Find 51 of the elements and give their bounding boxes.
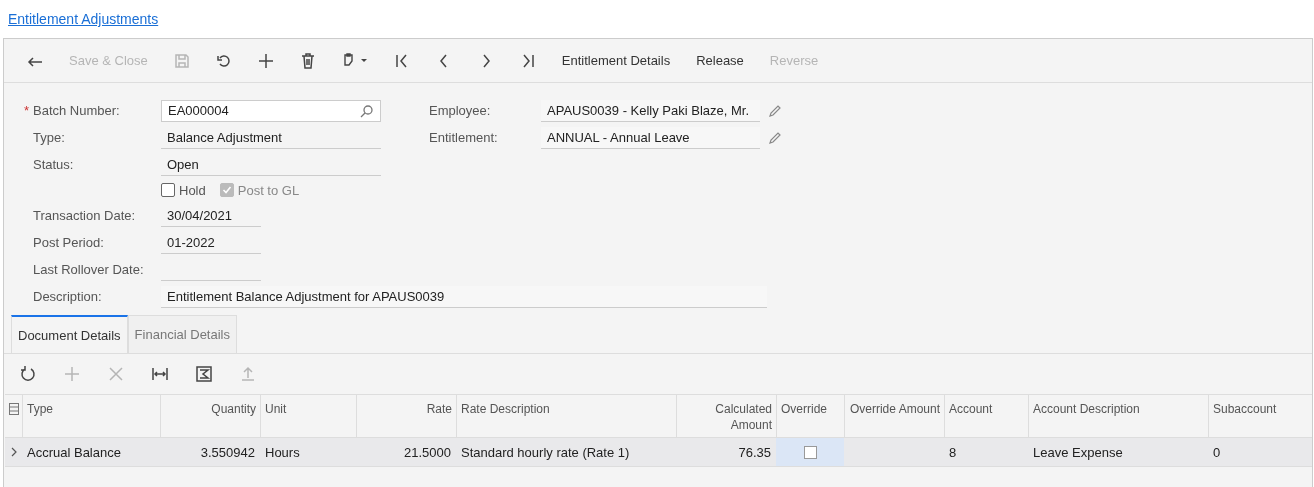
table-row[interactable]: Accrual Balance 3.550942 Hours 21.5000 Standard hourly rate (Rate 1) 76.35 8 Leave Expense 0 bbox=[5, 438, 1312, 467]
column-header[interactable]: Account bbox=[944, 395, 1028, 437]
column-header[interactable]: Quantity bbox=[160, 395, 260, 437]
column-header[interactable]: Override Amount bbox=[844, 395, 944, 437]
column-header[interactable]: Rate bbox=[356, 395, 456, 437]
field-label: Status: bbox=[32, 157, 75, 172]
checkbox-label: Hold bbox=[179, 182, 206, 198]
page-title-link[interactable]: Entitlement Adjustments bbox=[8, 11, 159, 27]
column-header[interactable]: Rate Description bbox=[456, 395, 676, 437]
table-cell-text: Leave Expense bbox=[1032, 443, 1124, 462]
table-cell-text: 3.550942 bbox=[199, 443, 256, 462]
input-field[interactable]: 30/04/2021 bbox=[161, 204, 261, 227]
column-header[interactable]: Override bbox=[776, 395, 844, 437]
column-header[interactable]: Type bbox=[22, 395, 160, 437]
pencil-icon[interactable] bbox=[768, 103, 782, 118]
field-label: Type: bbox=[32, 130, 66, 145]
expand-caret-icon[interactable] bbox=[10, 447, 17, 457]
field-label: Post Period: bbox=[32, 235, 105, 250]
table-cell-text: 0 bbox=[1212, 443, 1222, 462]
checkbox[interactable] bbox=[803, 445, 817, 459]
table-cell-text: 21.5000 bbox=[403, 443, 452, 462]
toolbar-button[interactable]: Release bbox=[683, 49, 757, 72]
table-cell-text: Accrual Balance bbox=[26, 443, 122, 462]
table-cell-text: Standard hourly rate (Rate 1) bbox=[460, 443, 631, 462]
search-icon[interactable] bbox=[360, 103, 374, 118]
input-field[interactable]: 01-2022 bbox=[161, 231, 261, 254]
column-header[interactable]: Calculated Amount bbox=[676, 395, 776, 437]
field-label: Employee: bbox=[428, 103, 492, 118]
toolbar-button[interactable]: Entitlement Details bbox=[548, 49, 684, 72]
batch-number-field[interactable]: EA000004 bbox=[161, 99, 381, 122]
override-cell[interactable] bbox=[776, 438, 844, 466]
field-label: Last Rollover Date: bbox=[32, 262, 145, 277]
tab[interactable]: Document Details bbox=[11, 315, 128, 353]
column-header[interactable]: Account Description bbox=[1028, 395, 1208, 437]
column-settings-icon[interactable] bbox=[8, 403, 19, 415]
tab[interactable]: Financial Details bbox=[127, 315, 237, 353]
field-label: Description: bbox=[32, 289, 103, 304]
column-header[interactable]: Subaccount bbox=[1208, 395, 1308, 437]
field-label: Transaction Date: bbox=[32, 208, 137, 223]
checkbox[interactable] bbox=[161, 183, 175, 197]
required-mark: * bbox=[24, 103, 30, 118]
field-label: * Batch Number: bbox=[24, 103, 121, 118]
input-field[interactable]: Balance Adjustment bbox=[161, 126, 381, 149]
input-field[interactable]: Open bbox=[161, 153, 381, 176]
column-header[interactable]: Unit bbox=[260, 395, 356, 437]
table-cell-text: 8 bbox=[948, 443, 958, 462]
field-label: Entitlement: bbox=[428, 130, 499, 145]
table-cell-text: Hours bbox=[264, 443, 301, 462]
pencil-icon[interactable] bbox=[768, 130, 782, 145]
checkbox-label: Post to GL bbox=[237, 182, 300, 198]
table-cell-text: 76.35 bbox=[737, 443, 772, 462]
